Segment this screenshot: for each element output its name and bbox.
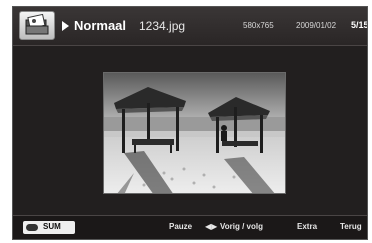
extra-button[interactable]: Extra [297,222,317,231]
view-mode-title: Normaal [74,18,127,33]
sum-button[interactable]: SUM [23,221,75,234]
left-right-arrows-icon: ◀▶ [205,222,218,231]
pause-button[interactable]: Pauze [169,222,192,231]
beach-photo [103,72,286,194]
prev-next-button[interactable]: Vorig / volg [220,222,263,231]
image-date: 2009/01/02 [296,21,337,30]
photo-folder-icon [19,11,55,40]
page-counter: 5/15 [351,20,368,30]
image-resolution: 580x765 [243,21,274,30]
info-bar: Normaal 1234.jpg 580x765 2009/01/02 5/15 [13,7,367,46]
sum-label: SUM [43,222,61,231]
remote-key-icon [26,224,38,231]
back-button[interactable]: Terug [340,222,362,231]
photo-viewer-screen: Normaal 1234.jpg 580x765 2009/01/02 5/15 [12,6,368,240]
control-bar: SUM Pauze ◀▶ Vorig / volg Extra Terug [13,215,367,239]
play-icon [62,21,69,31]
file-name: 1234.jpg [139,19,186,33]
